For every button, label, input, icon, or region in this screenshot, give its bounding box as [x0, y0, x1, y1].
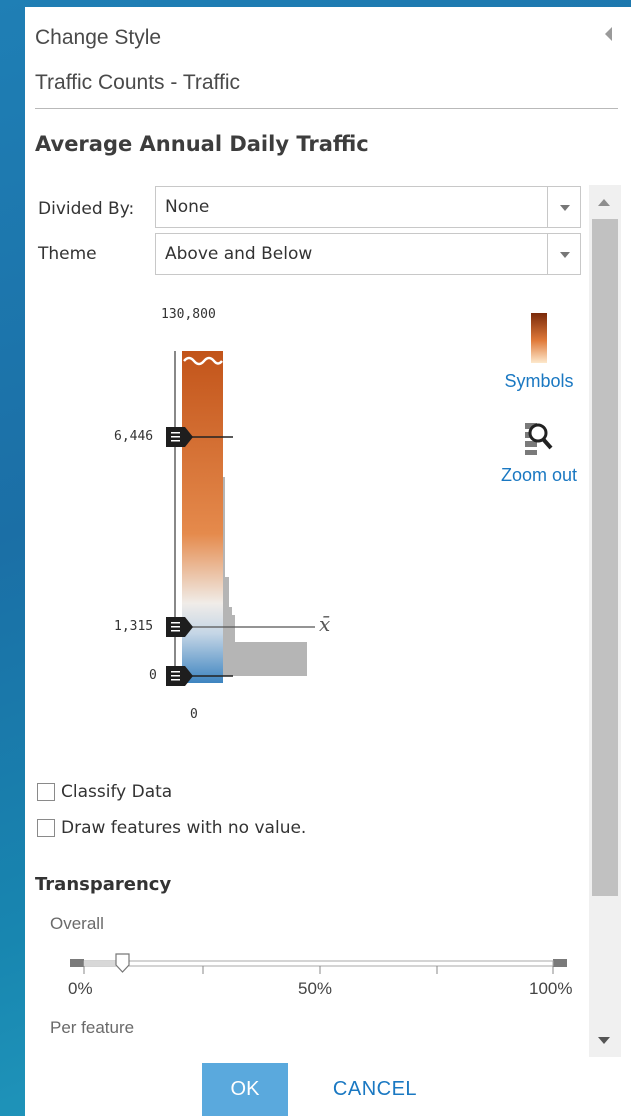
change-style-panel: Change Style Traffic Counts - Traffic Av…: [25, 7, 631, 1116]
slider-thumb[interactable]: [115, 953, 130, 973]
theme-value: Above and Below: [165, 244, 313, 264]
theme-select[interactable]: Above and Below: [155, 233, 581, 275]
layer-name: Traffic Counts - Traffic: [35, 71, 241, 94]
histogram-min-label: 0: [190, 707, 198, 722]
divided-by-label: Divided By:: [38, 199, 135, 219]
scroll-thumb[interactable]: [592, 219, 618, 896]
attribute-title: Average Annual Daily Traffic: [35, 132, 369, 156]
chevron-down-icon: [560, 205, 570, 211]
upper-handle[interactable]: [165, 426, 195, 448]
draw-no-value-checkbox[interactable]: [37, 819, 55, 837]
histogram-slider: [174, 351, 315, 683]
handle-label-upper: 6,446: [114, 429, 154, 444]
color-ramp-icon[interactable]: [530, 312, 548, 364]
select-divider: [547, 187, 548, 227]
classify-data-label: Classify Data: [61, 782, 173, 802]
histogram-bar: [223, 642, 307, 676]
scroll-down-icon[interactable]: [598, 1037, 610, 1044]
ok-button[interactable]: OK: [202, 1063, 288, 1116]
handle-label-lower: 0: [149, 668, 157, 683]
zoom-out-icon[interactable]: [522, 420, 554, 456]
per-feature-label: Per feature: [50, 1018, 135, 1037]
mean-symbol: x̄: [319, 612, 331, 636]
zoom-out-link[interactable]: Zoom out: [495, 463, 583, 487]
header-divider: [35, 108, 618, 109]
divided-by-select[interactable]: None: [155, 186, 581, 228]
panel-title: Change Style: [35, 26, 162, 49]
histogram-max-label: 130,800: [161, 307, 216, 322]
select-divider: [547, 234, 548, 274]
overall-transparency-slider[interactable]: [65, 952, 575, 982]
slider-end-cap: [553, 959, 567, 967]
overall-label: Overall: [50, 914, 104, 933]
lower-handle[interactable]: [165, 665, 195, 687]
tick-label-50: 50%: [298, 979, 333, 998]
transparency-title: Transparency: [35, 874, 172, 895]
draw-no-value-label: Draw features with no value.: [61, 818, 307, 838]
theme-label: Theme: [38, 244, 97, 264]
scroll-up-icon[interactable]: [598, 199, 610, 206]
divided-by-value: None: [165, 197, 210, 217]
slider-track: [83, 960, 554, 967]
chevron-down-icon: [560, 252, 570, 258]
cancel-button[interactable]: CANCEL: [320, 1063, 430, 1116]
classify-data-checkbox[interactable]: [37, 783, 55, 801]
tick-label-100: 100%: [529, 979, 573, 998]
mean-handle[interactable]: [165, 616, 195, 638]
tick-label-0: 0%: [68, 979, 93, 998]
handle-label-mean: 1,315: [114, 619, 154, 634]
symbols-link[interactable]: Symbols: [495, 369, 583, 393]
slider-end-cap: [70, 959, 84, 967]
collapse-panel-icon[interactable]: [605, 27, 612, 41]
vertical-scrollbar[interactable]: [589, 185, 621, 1057]
